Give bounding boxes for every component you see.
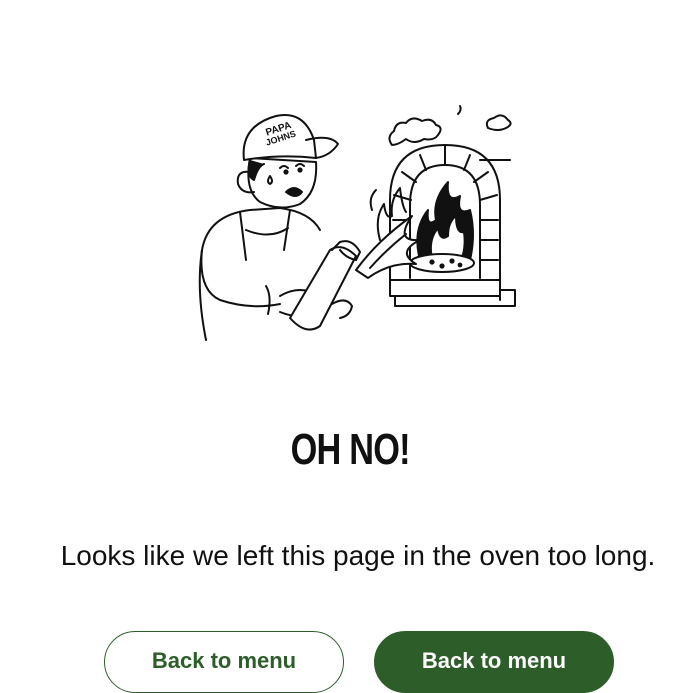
error-message: Looks like we left this page in the oven… [60,540,656,571]
back-to-menu-button-secondary[interactable]: Back to menu [104,631,344,693]
back-to-menu-button-primary[interactable]: Back to menu [374,631,614,693]
page-heading: OH NO! [290,425,411,474]
chef-oven-illustration: PAPA JOHNS [180,100,530,350]
